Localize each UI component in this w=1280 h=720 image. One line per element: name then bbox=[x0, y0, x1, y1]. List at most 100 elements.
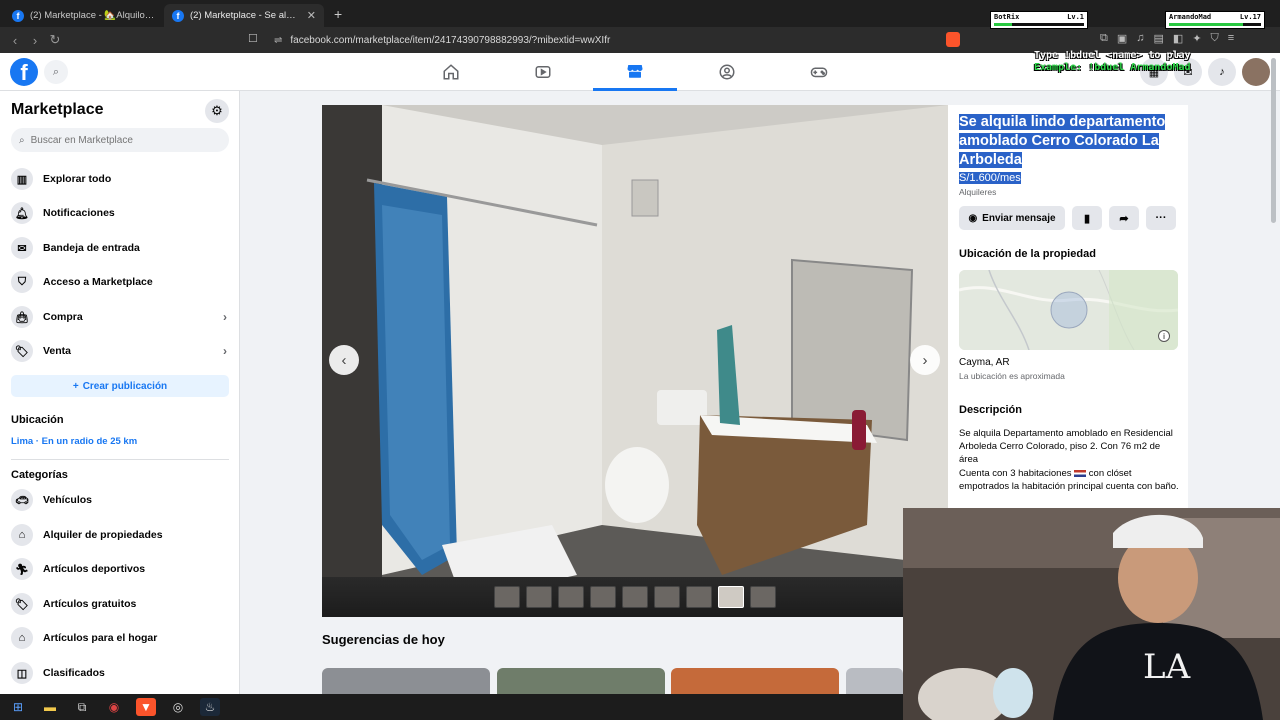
extension-icon[interactable]: ⧉ bbox=[1100, 32, 1108, 45]
bell-icon: 🔔︎ bbox=[11, 202, 33, 224]
nav-gaming-icon[interactable] bbox=[777, 53, 861, 91]
nav-marketplace-icon[interactable] bbox=[593, 53, 677, 91]
photo-thumbnail[interactable] bbox=[494, 586, 520, 608]
photo-thumbnail[interactable] bbox=[622, 586, 648, 608]
suggestion-card[interactable] bbox=[322, 668, 490, 694]
tab-title: (2) Marketplace - Se alquila lindo bbox=[190, 10, 301, 21]
photo-thumbnail[interactable] bbox=[558, 586, 584, 608]
webcam-feed-illustration: LA bbox=[903, 508, 1280, 720]
health-bar bbox=[1169, 23, 1261, 26]
share-button[interactable]: ➦ bbox=[1109, 206, 1139, 230]
listing-category[interactable]: Alquileres bbox=[959, 187, 996, 197]
location-filter-link[interactable]: Lima · En un radio de 25 km bbox=[11, 436, 137, 447]
browser-tab-2[interactable]: f (2) Marketplace - Se alquila lindo ✕ bbox=[164, 4, 324, 27]
browser-tab-bar: f (2) Marketplace - 🏡Alquilo departam f … bbox=[0, 0, 1280, 27]
sidebar-item-explore[interactable]: ▥ Explorar todo bbox=[11, 165, 229, 193]
description-text: Cuenta con 3 habitaciones bbox=[959, 467, 1075, 479]
leo-icon[interactable]: ✦ bbox=[1192, 32, 1201, 45]
create-listing-label: Crear publicación bbox=[82, 380, 168, 392]
suggestion-card[interactable] bbox=[497, 668, 665, 694]
browser-tab-1[interactable]: f (2) Marketplace - 🏡Alquilo departam bbox=[4, 4, 164, 27]
sidebar-item-access[interactable]: ⛉ Acceso a Marketplace bbox=[11, 268, 229, 296]
steam-icon[interactable]: ♨ bbox=[200, 698, 220, 716]
overlay-example: Example: !bduel ArmandoMad bbox=[1034, 62, 1191, 73]
sidebar-item-buy[interactable]: 👜︎ Compra › bbox=[11, 303, 229, 331]
photo-thumbnail[interactable] bbox=[590, 586, 616, 608]
category-label: Clasificados bbox=[43, 667, 105, 679]
category-home[interactable]: ⌂ Artículos para el hogar bbox=[11, 624, 229, 652]
create-listing-button[interactable]: + Crear publicación bbox=[11, 375, 229, 397]
category-vehicles[interactable]: 🚗︎ Vehículos bbox=[11, 486, 229, 514]
gear-icon[interactable]: ⚙ bbox=[205, 99, 229, 123]
plus-icon: + bbox=[72, 380, 79, 392]
page-scrollbar[interactable] bbox=[1271, 58, 1276, 223]
reload-icon[interactable]: ↻ bbox=[45, 32, 65, 48]
nav-groups-icon[interactable] bbox=[685, 53, 769, 91]
photo-thumbnail-active[interactable] bbox=[718, 586, 744, 608]
category-free[interactable]: 🏷︎ Artículos gratuitos bbox=[11, 590, 229, 618]
category-classifieds[interactable]: ◫ Clasificados bbox=[11, 659, 229, 687]
menu-icon[interactable]: ≡ bbox=[1228, 32, 1234, 45]
sidebar-item-sell[interactable]: 🏷︎ Venta › bbox=[11, 337, 229, 365]
close-tab-icon[interactable]: ✕ bbox=[307, 9, 316, 22]
forward-icon[interactable]: › bbox=[25, 33, 45, 48]
address-bar[interactable]: ⇌ facebook.com/marketplace/item/24174390… bbox=[274, 31, 994, 49]
avatar[interactable] bbox=[1242, 58, 1270, 86]
windows-start-icon[interactable]: ⊞ bbox=[8, 698, 28, 716]
category-label: Alquiler de propiedades bbox=[43, 529, 163, 541]
file-explorer-icon[interactable]: ▬ bbox=[40, 698, 60, 716]
suggestion-card[interactable] bbox=[846, 668, 903, 694]
stream-chat-overlay: Type !bduel <name> to play Example: !bdu… bbox=[1034, 50, 1191, 74]
media-icon[interactable]: ♫ bbox=[1136, 32, 1144, 45]
obs-icon[interactable]: ◎ bbox=[168, 698, 188, 716]
sidebar-icon[interactable]: ▤ bbox=[1154, 32, 1164, 45]
photo-thumbnail[interactable] bbox=[526, 586, 552, 608]
save-button[interactable]: ▮ bbox=[1072, 206, 1102, 230]
extension-icon[interactable]: ▣ bbox=[1117, 32, 1127, 45]
category-property-rentals[interactable]: ⌂ Alquiler de propiedades bbox=[11, 521, 229, 549]
extension-icons: ⧉ ▣ ♫ ▤ ◧ ✦ ⛉ ≡ bbox=[1100, 32, 1234, 45]
site-info-icon[interactable]: ⇌ bbox=[274, 35, 282, 46]
category-sports[interactable]: 🏃︎ Artículos deportivos bbox=[11, 555, 229, 583]
brave-icon[interactable]: ▼ bbox=[136, 698, 156, 716]
sidebar-item-inbox[interactable]: ✉ Bandeja de entrada bbox=[11, 234, 229, 262]
info-icon[interactable]: i bbox=[1158, 330, 1170, 342]
sidebar-item-label: Notificaciones bbox=[43, 207, 115, 219]
previous-photo-button[interactable]: ‹ bbox=[329, 345, 359, 375]
facebook-favicon-icon: f bbox=[172, 9, 184, 22]
suggestion-card[interactable] bbox=[671, 668, 839, 694]
send-message-button[interactable]: ◉ Enviar mensaje bbox=[959, 206, 1065, 230]
more-options-button[interactable]: ··· bbox=[1146, 206, 1176, 230]
listing-photo[interactable] bbox=[322, 105, 948, 617]
tag-icon: 🏷︎ bbox=[11, 340, 33, 362]
photo-thumbnail[interactable] bbox=[654, 586, 680, 608]
chrome-icon[interactable]: ◉ bbox=[104, 698, 124, 716]
store-icon[interactable]: ⧉ bbox=[72, 698, 92, 716]
wallet-icon[interactable]: ◧ bbox=[1173, 32, 1183, 45]
back-icon[interactable]: ‹ bbox=[5, 33, 25, 48]
brave-shield-icon[interactable] bbox=[946, 32, 960, 47]
nav-video-icon[interactable] bbox=[501, 53, 585, 91]
next-photo-button[interactable]: › bbox=[910, 345, 940, 375]
marketplace-search[interactable]: ⌕ bbox=[11, 128, 229, 152]
sidebar-item-notifications[interactable]: 🔔︎ Notificaciones bbox=[11, 199, 229, 227]
new-tab-icon[interactable]: + bbox=[334, 6, 342, 22]
notifications-icon[interactable]: ♪ bbox=[1208, 58, 1236, 86]
svg-text:LA: LA bbox=[1143, 647, 1191, 687]
bookmark-icon[interactable]: ☐ bbox=[248, 32, 258, 45]
vpn-icon[interactable]: ⛉ bbox=[1211, 32, 1219, 45]
share-icon: ➦ bbox=[1119, 212, 1129, 225]
sidebar-item-label: Compra bbox=[43, 311, 83, 323]
facebook-logo[interactable]: f bbox=[10, 58, 38, 86]
photo-thumbnail[interactable] bbox=[686, 586, 712, 608]
photo-thumbnail[interactable] bbox=[750, 586, 776, 608]
category-label: Vehículos bbox=[43, 494, 93, 506]
approximate-location-note: La ubicación es aproximada bbox=[959, 371, 1065, 381]
duel-player-left: BotRix Lv.1 bbox=[990, 11, 1088, 29]
category-label: Artículos para el hogar bbox=[43, 632, 158, 644]
category-label: Artículos deportivos bbox=[43, 563, 146, 575]
location-map[interactable]: i bbox=[959, 270, 1178, 350]
nav-home-icon[interactable] bbox=[409, 53, 493, 91]
search-input[interactable] bbox=[30, 134, 211, 146]
search-icon[interactable]: ⌕ bbox=[44, 60, 68, 84]
